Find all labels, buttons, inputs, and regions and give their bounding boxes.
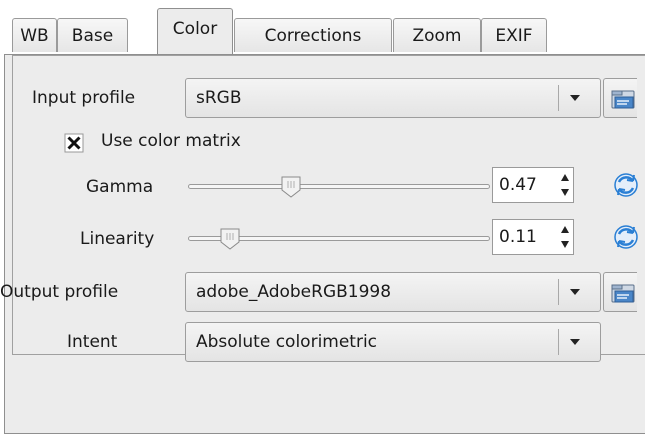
intent-label: Intent — [67, 332, 118, 352]
intent-combo[interactable]: Absolute colorimetric — [185, 322, 601, 362]
load-input-profile-button[interactable] — [603, 78, 637, 118]
tab-label: EXIF — [495, 25, 533, 46]
reset-arrows-icon — [614, 225, 638, 249]
tab-base[interactable]: Base — [57, 18, 128, 52]
folder-open-icon — [611, 284, 635, 303]
gamma-slider-handle[interactable] — [280, 175, 302, 199]
linearity-spinbox[interactable]: 0.11 — [492, 219, 574, 255]
combo-separator — [558, 329, 559, 355]
tab-label: Color — [172, 18, 218, 39]
tab-color[interactable]: Color — [157, 8, 233, 54]
tab-zoom[interactable]: Zoom — [393, 18, 481, 52]
tab-label: Corrections — [264, 25, 362, 46]
triangle-down-icon — [570, 339, 580, 345]
gamma-slider[interactable] — [188, 175, 490, 199]
linearity-value: 0.11 — [499, 227, 537, 247]
up-down-arrows-icon[interactable] — [557, 220, 573, 254]
input-profile-value: sRGB — [196, 88, 242, 108]
tab-corrections[interactable]: Corrections — [234, 18, 392, 52]
triangle-down-icon — [570, 95, 580, 101]
slider-groove — [188, 184, 490, 189]
output-profile-value: adobe_AdobeRGB1998 — [196, 282, 392, 302]
gamma-value: 0.47 — [499, 175, 537, 195]
linearity-slider[interactable] — [188, 227, 490, 251]
intent-value: Absolute colorimetric — [196, 332, 378, 352]
input-profile-combo[interactable]: sRGB — [185, 78, 601, 118]
combo-separator — [558, 85, 559, 111]
output-profile-combo[interactable]: adobe_AdobeRGB1998 — [185, 272, 601, 312]
tab-wb[interactable]: WB — [12, 18, 57, 52]
tab-label: WB — [20, 25, 49, 46]
use-color-matrix-checkbox[interactable] — [64, 133, 84, 153]
tab-label: Base — [71, 25, 114, 46]
triangle-down-icon — [570, 289, 580, 295]
reset-arrows-icon — [614, 173, 638, 197]
input-profile-label: Input profile — [32, 88, 136, 108]
folder-open-icon — [611, 90, 635, 109]
output-profile-label: Output profile — [0, 282, 119, 302]
gamma-label: Gamma — [86, 177, 154, 197]
linearity-slider-handle[interactable] — [219, 227, 241, 251]
use-color-matrix-label[interactable]: Use color matrix — [101, 131, 241, 151]
load-output-profile-button[interactable] — [603, 272, 637, 312]
tab-exif[interactable]: EXIF — [481, 18, 547, 52]
tab-label: Zoom — [412, 25, 462, 46]
up-down-arrows-icon[interactable] — [557, 168, 573, 202]
reset-gamma-button[interactable] — [612, 170, 640, 200]
linearity-label: Linearity — [80, 229, 155, 249]
combo-separator — [558, 279, 559, 305]
gamma-spinbox[interactable]: 0.47 — [492, 167, 574, 203]
reset-linearity-button[interactable] — [612, 222, 640, 252]
